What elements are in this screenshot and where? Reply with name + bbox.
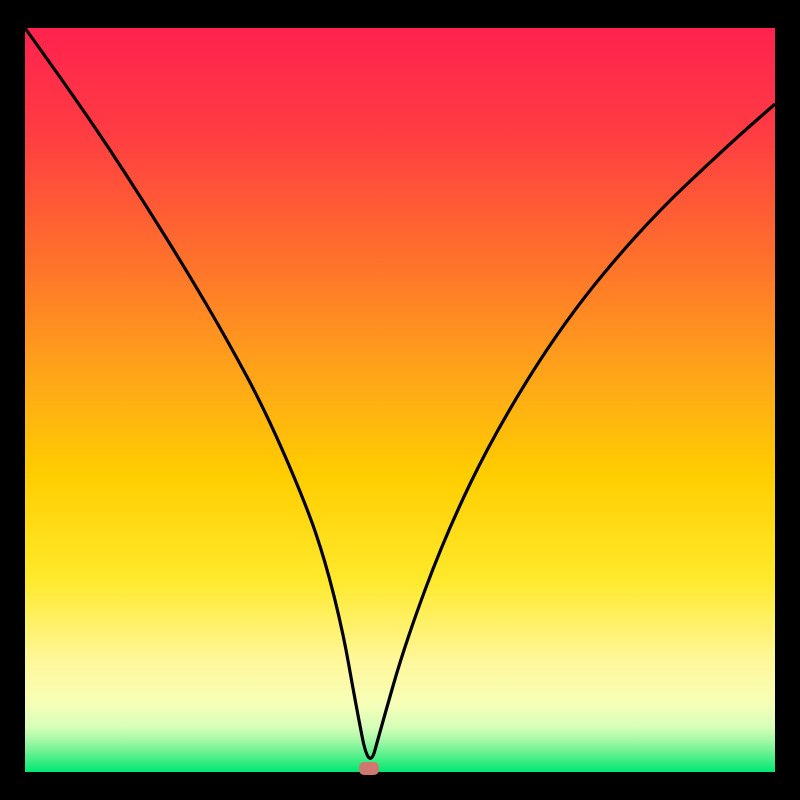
bottleneck-marker [359,762,379,775]
chart-container: TheBottleneck.com [0,0,800,800]
bottleneck-chart [0,0,800,800]
